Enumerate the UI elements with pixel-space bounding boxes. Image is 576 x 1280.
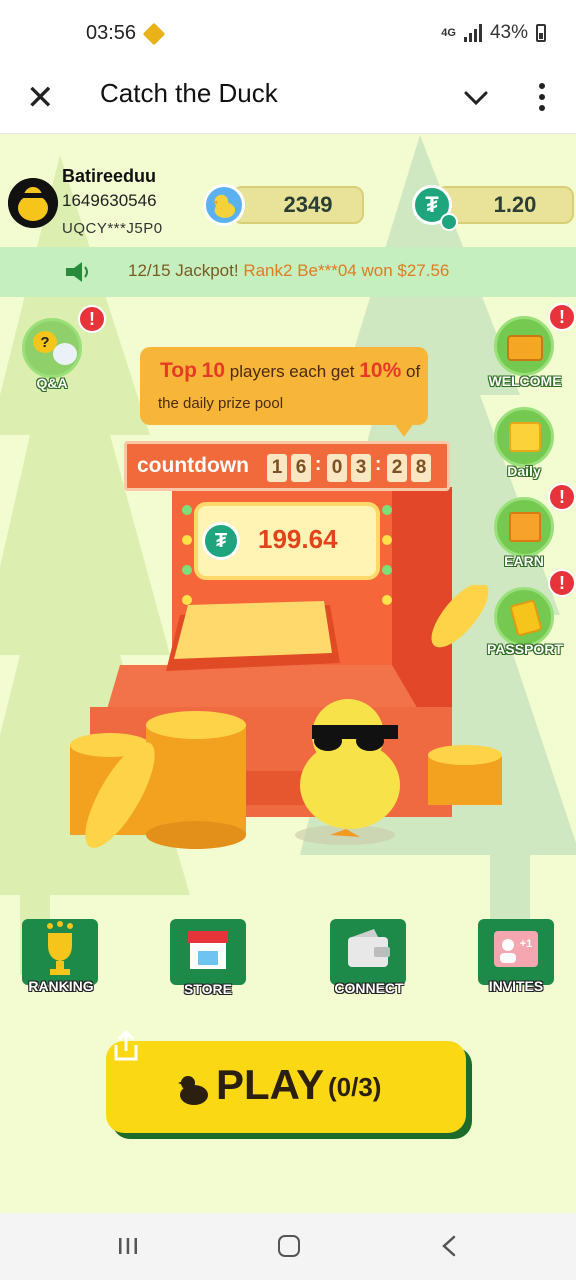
profile-name: Batireeduu	[62, 166, 157, 186]
tooltip-line1: Top 10 players each get 10% of	[160, 359, 420, 383]
prize-pool-screen: ₮ 199.64	[194, 502, 380, 580]
ticker-message: 12/15 Jackpot! Rank2 Be***04 won $27.56	[128, 261, 449, 281]
duck-avatar[interactable]	[8, 178, 58, 228]
duck-icon	[178, 1076, 208, 1105]
profile-id: 1649630546	[62, 191, 157, 210]
page-title: Catch the Duck	[100, 78, 278, 108]
countdown-digit: 0	[327, 454, 347, 482]
chevron-down-icon[interactable]	[462, 84, 490, 112]
ticker-prefix: 12/15 Jackpot!	[128, 261, 239, 280]
status-right: 4G 43%	[441, 22, 546, 44]
welcome-label: WELCOME	[488, 373, 562, 389]
connect-label: CONNECT	[334, 980, 404, 996]
tether-icon: ₮	[202, 522, 240, 560]
prize-pool-value: 199.64	[258, 524, 338, 554]
passport-alert-badge: !	[548, 569, 576, 597]
countdown-digit: 8	[411, 454, 431, 482]
store-icon	[188, 931, 228, 969]
tooltip-top: Top	[160, 359, 197, 382]
ranking-button[interactable]	[22, 919, 98, 985]
play-label: PLAY	[216, 1061, 325, 1108]
qa-label: Q&A	[36, 375, 68, 391]
app-bar: ✕ Catch the Duck	[0, 64, 576, 134]
countdown-digit: 3	[351, 454, 371, 482]
jackpot-ticker: 12/15 Jackpot! Rank2 Be***04 won $27.56	[0, 247, 576, 297]
signal-icon	[463, 24, 482, 42]
light-dot	[382, 565, 392, 575]
close-icon[interactable]: ✕	[26, 80, 55, 116]
calendar-icon	[509, 422, 541, 452]
gift-box-icon	[509, 512, 541, 542]
trophy-icon	[47, 921, 73, 975]
ranking-label: RANKING	[28, 978, 94, 994]
play-count: (0/3)	[328, 1072, 382, 1102]
store-label: STORE	[184, 981, 232, 997]
qa-alert-badge: !	[78, 305, 106, 333]
qa-button[interactable]: ?	[22, 318, 82, 378]
duck-coin-icon	[203, 184, 245, 226]
svg-text:+1: +1	[520, 938, 533, 950]
ticker-amount: $27.56	[397, 261, 450, 280]
wallet-badge-icon	[440, 213, 458, 231]
treasure-chest-icon	[507, 335, 543, 361]
wallet-icon	[348, 929, 390, 967]
daily-button[interactable]	[494, 407, 554, 467]
share-icon[interactable]	[108, 1029, 142, 1063]
earn-label: EARN	[504, 553, 544, 569]
earn-button[interactable]	[494, 497, 554, 557]
tooltip-mid: players each get	[229, 362, 355, 381]
invites-button[interactable]: +1	[478, 919, 554, 985]
binance-icon	[142, 22, 166, 46]
connect-button[interactable]	[330, 919, 406, 985]
usdt-value: 1.20	[493, 192, 537, 217]
welcome-alert-badge: !	[548, 303, 576, 331]
network-label: 4G	[441, 27, 456, 39]
duck-coin-value: 2349	[283, 192, 333, 217]
invite-friends-icon: +1	[494, 931, 538, 967]
tooltip-top-count: 10	[201, 359, 226, 382]
ticker-rank: Rank2	[243, 261, 293, 280]
tooltip-line2: the daily prize pool	[158, 395, 284, 412]
status-time: 03:56	[86, 22, 137, 44]
battery-percent: 43%	[489, 22, 528, 43]
megaphone-icon	[66, 262, 88, 282]
tooltip-of: of	[406, 362, 421, 381]
home-icon[interactable]	[278, 1235, 300, 1257]
duck-coin-balance: 2349	[232, 186, 364, 224]
countdown-colon: :	[315, 454, 322, 475]
light-dot	[182, 505, 192, 515]
more-options-icon[interactable]	[538, 82, 546, 112]
ticker-user: Be***04 won	[297, 261, 393, 280]
play-button[interactable]: PLAY (0/3)	[106, 1041, 466, 1133]
daily-label: Daily	[507, 463, 541, 479]
light-dot	[382, 505, 392, 515]
light-dot	[382, 535, 392, 545]
countdown-panel: countdown 1 6 : 0 3 : 2 8	[124, 441, 450, 491]
countdown-label: countdown	[137, 454, 249, 477]
countdown-digit: 2	[387, 454, 407, 482]
earn-alert-badge: !	[548, 483, 576, 511]
back-icon[interactable]	[440, 1235, 458, 1257]
countdown-colon: :	[375, 454, 382, 475]
status-bar: 03:56 4G 43%	[0, 0, 576, 64]
game-area: Batireeduu 1649630546 UQCY***J5P0 2349 1…	[0, 135, 576, 1213]
countdown-digit: 1	[267, 454, 287, 482]
light-dot	[182, 535, 192, 545]
welcome-button[interactable]	[494, 316, 554, 376]
store-button[interactable]	[170, 919, 246, 985]
countdown-digit: 6	[291, 454, 311, 482]
wallet-address: UQCY***J5P0	[62, 220, 163, 237]
system-nav-bar	[0, 1213, 576, 1280]
tooltip-percent: 10%	[359, 359, 402, 382]
prize-tooltip: Top 10 players each get 10% of the daily…	[140, 347, 428, 437]
recent-apps-icon[interactable]	[118, 1236, 138, 1256]
coin-stacks	[70, 585, 502, 849]
invites-label: INVITES	[488, 978, 544, 994]
light-dot	[182, 565, 192, 575]
answer-bubble-icon	[53, 343, 77, 365]
battery-icon	[536, 24, 546, 42]
